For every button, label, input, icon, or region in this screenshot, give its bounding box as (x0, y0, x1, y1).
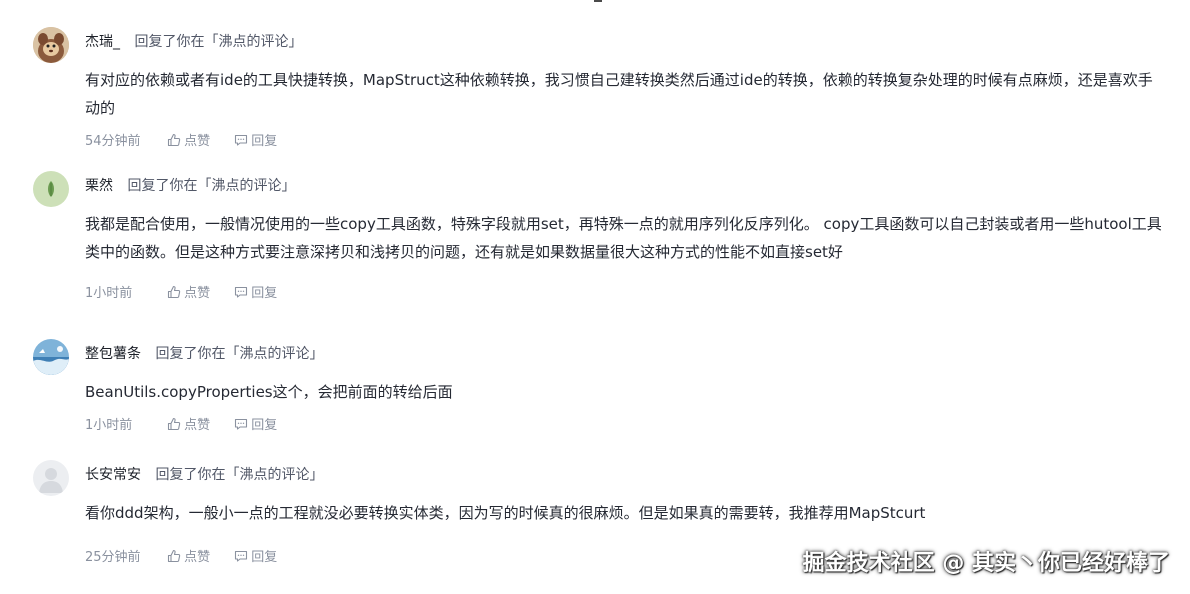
reply-info: 回复了你在「沸点的评论」 (155, 346, 324, 362)
timestamp: 54分钟前 (85, 134, 141, 149)
like-label: 点赞 (184, 286, 211, 301)
avatar[interactable] (33, 27, 69, 63)
avatar[interactable] (33, 339, 69, 375)
username[interactable]: 杰瑞_ (85, 34, 120, 50)
username[interactable]: 栗然 (85, 178, 113, 194)
timestamp: 1小时前 (85, 286, 133, 301)
reply-label: 回复 (251, 550, 278, 565)
reply-button[interactable]: 回复 (234, 132, 277, 152)
like-button[interactable]: 点赞 (167, 548, 210, 568)
like-label: 点赞 (184, 134, 211, 149)
comment-actions: 54分钟前 点赞 回复 (85, 132, 289, 152)
comment-header: 整包薯条 回复了你在「沸点的评论」 (85, 344, 323, 364)
avatar[interactable] (33, 460, 69, 496)
like-button[interactable]: 点赞 (167, 284, 210, 304)
comment-header: 长安常安 回复了你在「沸点的评论」 (85, 465, 323, 485)
username[interactable]: 长安常安 (85, 467, 141, 483)
comment-actions: 25分钟前 点赞 回复 (85, 548, 289, 568)
reply-label: 回复 (251, 418, 278, 433)
reply-info: 回复了你在「沸点的评论」 (155, 467, 324, 483)
like-label: 点赞 (184, 418, 211, 433)
thumbs-up-icon (168, 417, 181, 431)
reply-info: 回复了你在「沸点的评论」 (127, 178, 296, 194)
comment-actions: 1小时前 点赞 回复 (85, 284, 289, 304)
reply-label: 回复 (251, 134, 278, 149)
comment-content: 我都是配合使用，一般情况使用的一些copy工具函数，特殊字段就用set，再特殊一… (85, 215, 1162, 261)
reply-info: 回复了你在「沸点的评论」 (134, 34, 303, 50)
username[interactable]: 整包薯条 (85, 346, 141, 362)
comment-content: BeanUtils.copyProperties这个，会把前面的转给后面 (85, 383, 453, 401)
comment-icon (235, 286, 248, 298)
like-label: 点赞 (184, 550, 211, 565)
thumbs-up-icon (168, 549, 181, 563)
timestamp: 1小时前 (85, 418, 133, 433)
timestamp: 25分钟前 (85, 550, 141, 565)
comment-icon (235, 134, 248, 146)
reply-button[interactable]: 回复 (234, 548, 277, 568)
comment-icon (235, 550, 248, 562)
avatar[interactable] (33, 171, 69, 207)
comment-header: 杰瑞_ 回复了你在「沸点的评论」 (85, 32, 302, 52)
like-button[interactable]: 点赞 (167, 416, 210, 436)
thumbs-up-icon (168, 133, 181, 147)
watermark: 掘金技术社区 @ 其实丶你已经好棒了 (802, 551, 1170, 576)
comment-icon (235, 418, 248, 430)
comment-content: 有对应的依赖或者有ide的工具快捷转换，MapStruct这种依赖转换，我习惯自… (85, 71, 1153, 117)
comment-header: 栗然 回复了你在「沸点的评论」 (85, 176, 295, 196)
comment-content: 看你ddd架构，一般小一点的工程就没必要转换实体类，因为写的时候真的很麻烦。但是… (85, 504, 926, 522)
thumbs-up-icon (168, 285, 181, 299)
reply-button[interactable]: 回复 (234, 284, 277, 304)
top-divider-mark (594, 0, 602, 2)
reply-button[interactable]: 回复 (234, 416, 277, 436)
reply-label: 回复 (251, 286, 278, 301)
comment-actions: 1小时前 点赞 回复 (85, 416, 289, 436)
like-button[interactable]: 点赞 (167, 132, 210, 152)
